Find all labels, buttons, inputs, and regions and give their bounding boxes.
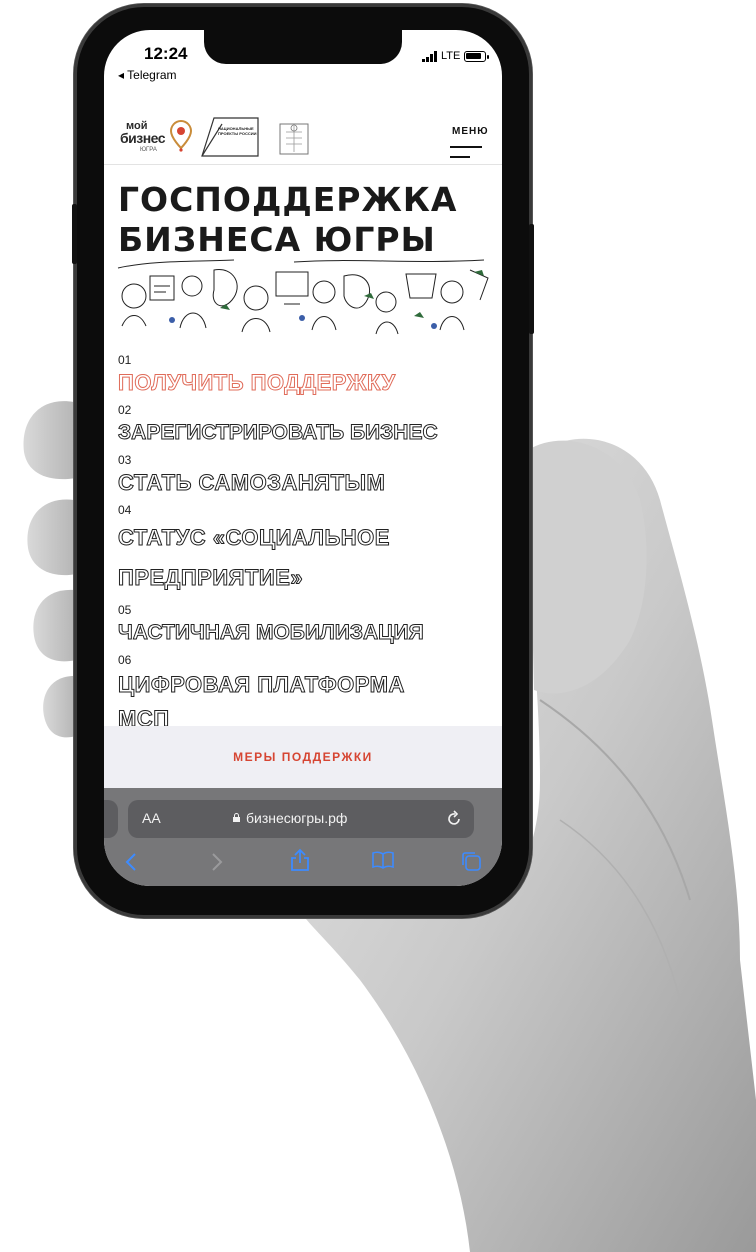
nav-item-label: СТАТУС «СОЦИАЛЬНОЕ ПРЕДПРИЯТИЕ» (118, 525, 390, 591)
tabs-icon[interactable] (460, 850, 482, 872)
status-time: 12:24 (144, 44, 188, 63)
network-label: LTE (441, 50, 461, 62)
nav-item-label: ПОЛУЧИТЬ ПОДДЕРЖКУ (118, 370, 396, 396)
nav-item-number: 02 (118, 403, 132, 417)
phone-screen: 12:24 ◂ Telegram LTE мой бизнес ЮГРА НАЦ… (104, 30, 502, 886)
nav-item-number: 06 (118, 653, 132, 667)
national-projects-text: НАЦИОНАЛЬНЫЕ ПРОЕКТЫ РОССИИ (218, 126, 257, 136)
nav-item-become-self-employed[interactable]: 03 СТАТЬ САМОЗАНЯТЫМ (118, 452, 498, 498)
smartphone: 12:24 ◂ Telegram LTE мой бизнес ЮГРА НАЦ… (72, 4, 534, 918)
address-bar[interactable]: AA бизнесюгры.рф (128, 800, 474, 838)
support-measures-button[interactable]: МЕРЫ ПОДДЕРЖКИ (104, 726, 502, 788)
nav-item-social-enterprise[interactable]: 04 СТАТУС «СОЦИАЛЬНОЕ ПРЕДПРИЯТИЕ» (118, 502, 498, 598)
volume-button (72, 204, 77, 264)
reload-icon[interactable] (446, 810, 462, 828)
notch (204, 30, 402, 64)
url-text: бизнесюгры.рф (246, 810, 348, 826)
national-projects-emblem (201, 117, 259, 157)
status-indicators: LTE (422, 50, 490, 62)
menu-hamburger-icon[interactable] (450, 146, 482, 160)
nav-item-get-support[interactable]: 01 ПОЛУЧИТЬ ПОДДЕРЖКУ (118, 352, 498, 398)
back-icon[interactable] (124, 852, 138, 872)
forward-icon[interactable] (210, 852, 224, 872)
previous-tab-preview[interactable] (104, 800, 118, 838)
nav-item-digital-platform[interactable]: 06 ЦИФРОВАЯ ПЛАТФОРМА МСП (118, 652, 498, 736)
region-crest-icon (279, 123, 309, 155)
logo-biznes-text: бизнес (120, 130, 166, 146)
browser-toolbar: AA бизнесюгры.рф (104, 788, 502, 886)
battery-icon (464, 50, 490, 62)
lock-icon (233, 813, 240, 822)
nav-item-partial-mobilization[interactable]: 05 ЧАСТИЧНАЯ МОБИЛИЗАЦИЯ (118, 602, 498, 648)
power-button (529, 224, 534, 334)
nav-item-number: 01 (118, 353, 132, 367)
nav-item-register-business[interactable]: 02 ЗАРЕГИСТРИРОВАТЬ БИЗНЕС (118, 402, 498, 448)
location-pin-icon (170, 120, 192, 152)
menu-label[interactable]: МЕНЮ (452, 126, 489, 137)
signal-icon (422, 50, 437, 62)
share-icon[interactable] (290, 848, 310, 872)
nav-item-label: ЧАСТИЧНАЯ МОБИЛИЗАЦИЯ (118, 621, 425, 645)
national-projects-logo[interactable]: НАЦИОНАЛЬНЫЕ ПРОЕКТЫ РОССИИ (200, 116, 260, 160)
site-header: мой бизнес ЮГРА НАЦИОНАЛЬНЫЕ ПРОЕКТЫ РОС… (104, 108, 502, 165)
logo-region-text: ЮГРА (140, 147, 157, 153)
support-nav-list: 01 ПОЛУЧИТЬ ПОДДЕРЖКУ 02 ЗАРЕГИСТРИРОВАТ… (118, 348, 498, 736)
back-to-telegram-link[interactable]: ◂ Telegram (118, 68, 177, 82)
business-doodle-illustration (117, 259, 489, 335)
nav-item-number: 04 (118, 503, 132, 517)
nav-item-number: 03 (118, 453, 132, 467)
nav-item-label: СТАТЬ САМОЗАНЯТЫМ (118, 470, 386, 496)
nav-item-number: 05 (118, 603, 132, 617)
nav-item-label: ЗАРЕГИСТРИРОВАТЬ БИЗНЕС (118, 421, 439, 445)
bookmarks-icon[interactable] (372, 850, 394, 870)
page-title: ГОСПОДДЕРЖКА БИЗНЕСА ЮГРЫ (118, 180, 458, 259)
text-size-button[interactable]: AA (142, 810, 161, 826)
